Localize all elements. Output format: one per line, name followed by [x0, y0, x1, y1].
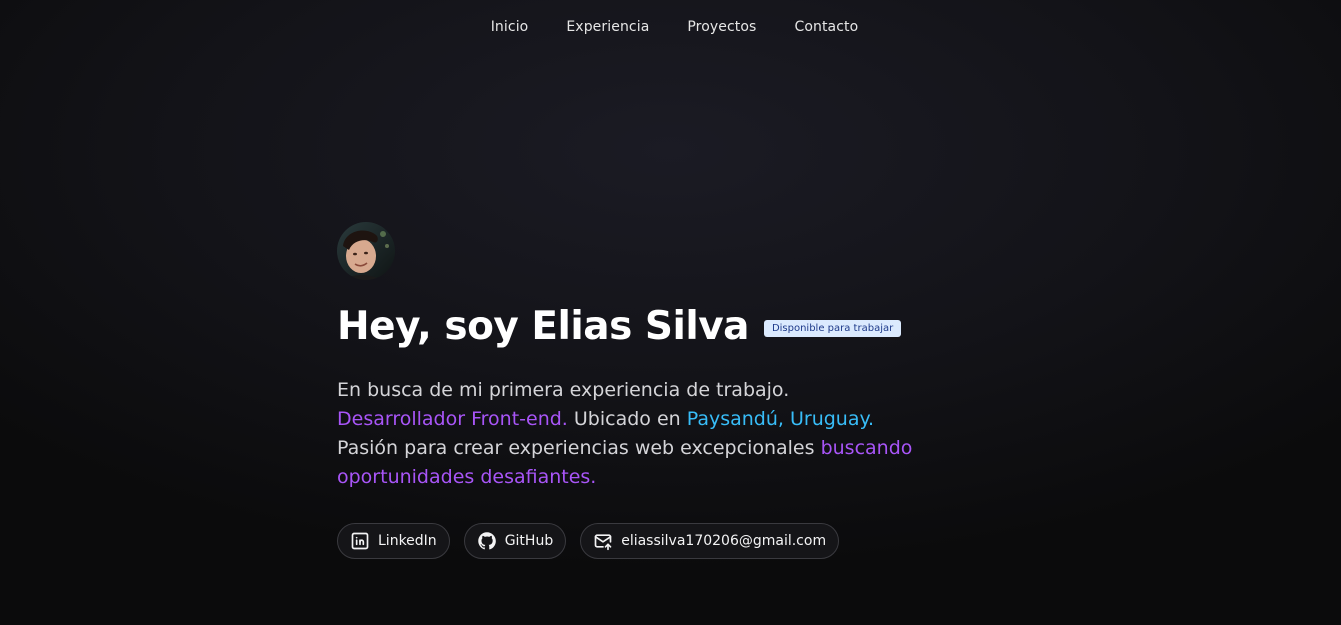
nav-link-experiencia[interactable]: Experiencia — [547, 17, 668, 37]
email-button[interactable]: eliassilva170206@gmail.com — [580, 523, 840, 559]
bio-location: Paysandú, Uruguay. — [686, 408, 875, 430]
bio-location-prefix: Ubicado en — [567, 408, 687, 430]
nav-link-inicio[interactable]: Inicio — [472, 17, 548, 37]
hero-section: Hey, soy Elias Silva Disponible para tra… — [337, 222, 977, 559]
linkedin-icon — [351, 532, 369, 550]
bio-text: En busca de mi primera experiencia de tr… — [337, 376, 977, 492]
bio-line-1: En busca de mi primera experiencia de tr… — [337, 379, 790, 401]
main-nav: Inicio Experiencia Proyectos Contacto — [0, 17, 1341, 37]
mail-icon — [594, 534, 612, 551]
bio-role: Desarrollador Front-end. — [337, 408, 568, 430]
page-title: Hey, soy Elias Silva — [337, 304, 749, 349]
linkedin-label: LinkedIn — [378, 533, 437, 549]
avatar — [337, 222, 395, 280]
title-row: Hey, soy Elias Silva Disponible para tra… — [337, 302, 977, 352]
email-label: eliassilva170206@gmail.com — [621, 533, 827, 549]
github-button[interactable]: GitHub — [463, 523, 567, 559]
linkedin-button[interactable]: LinkedIn — [337, 523, 450, 559]
social-links: LinkedIn GitHub eliassilva170206@gmail.c… — [337, 523, 977, 559]
avatar-photo — [337, 222, 395, 280]
bio-passion: Pasión para crear experiencias web excep… — [337, 437, 821, 459]
github-icon — [477, 532, 496, 550]
nav-link-contacto[interactable]: Contacto — [775, 17, 877, 37]
availability-badge: Disponible para trabajar — [763, 319, 902, 337]
nav-link-proyectos[interactable]: Proyectos — [668, 17, 775, 37]
github-label: GitHub — [504, 533, 554, 549]
